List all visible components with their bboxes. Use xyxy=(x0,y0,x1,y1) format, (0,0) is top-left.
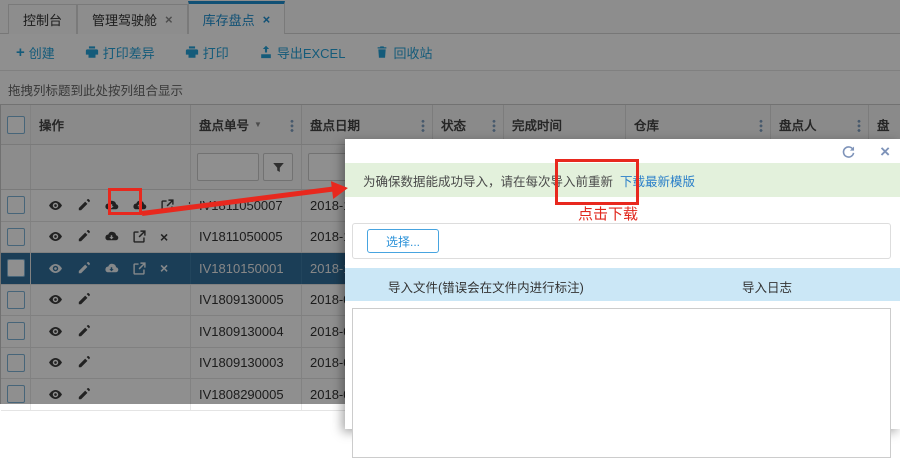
choose-file-button[interactable]: 选择... xyxy=(367,229,439,253)
import-file-column-header: 导入文件(错误会在文件内进行标注) xyxy=(388,277,584,296)
import-log-column-header: 导入日志 xyxy=(742,277,792,296)
refresh-icon[interactable] xyxy=(841,145,856,165)
file-picker-box: 选择... xyxy=(352,223,891,259)
annotation-box-upload-icon xyxy=(108,188,142,215)
annotation-hint-text: 点击下载 xyxy=(578,203,638,224)
annotation-arrow-head xyxy=(331,179,349,199)
import-grid-header: 导入文件(错误会在文件内进行标注) 导入日志 xyxy=(345,268,900,301)
import-file-list xyxy=(352,308,891,458)
annotation-box-download-link xyxy=(555,159,639,205)
close-icon[interactable]: × xyxy=(880,145,890,159)
